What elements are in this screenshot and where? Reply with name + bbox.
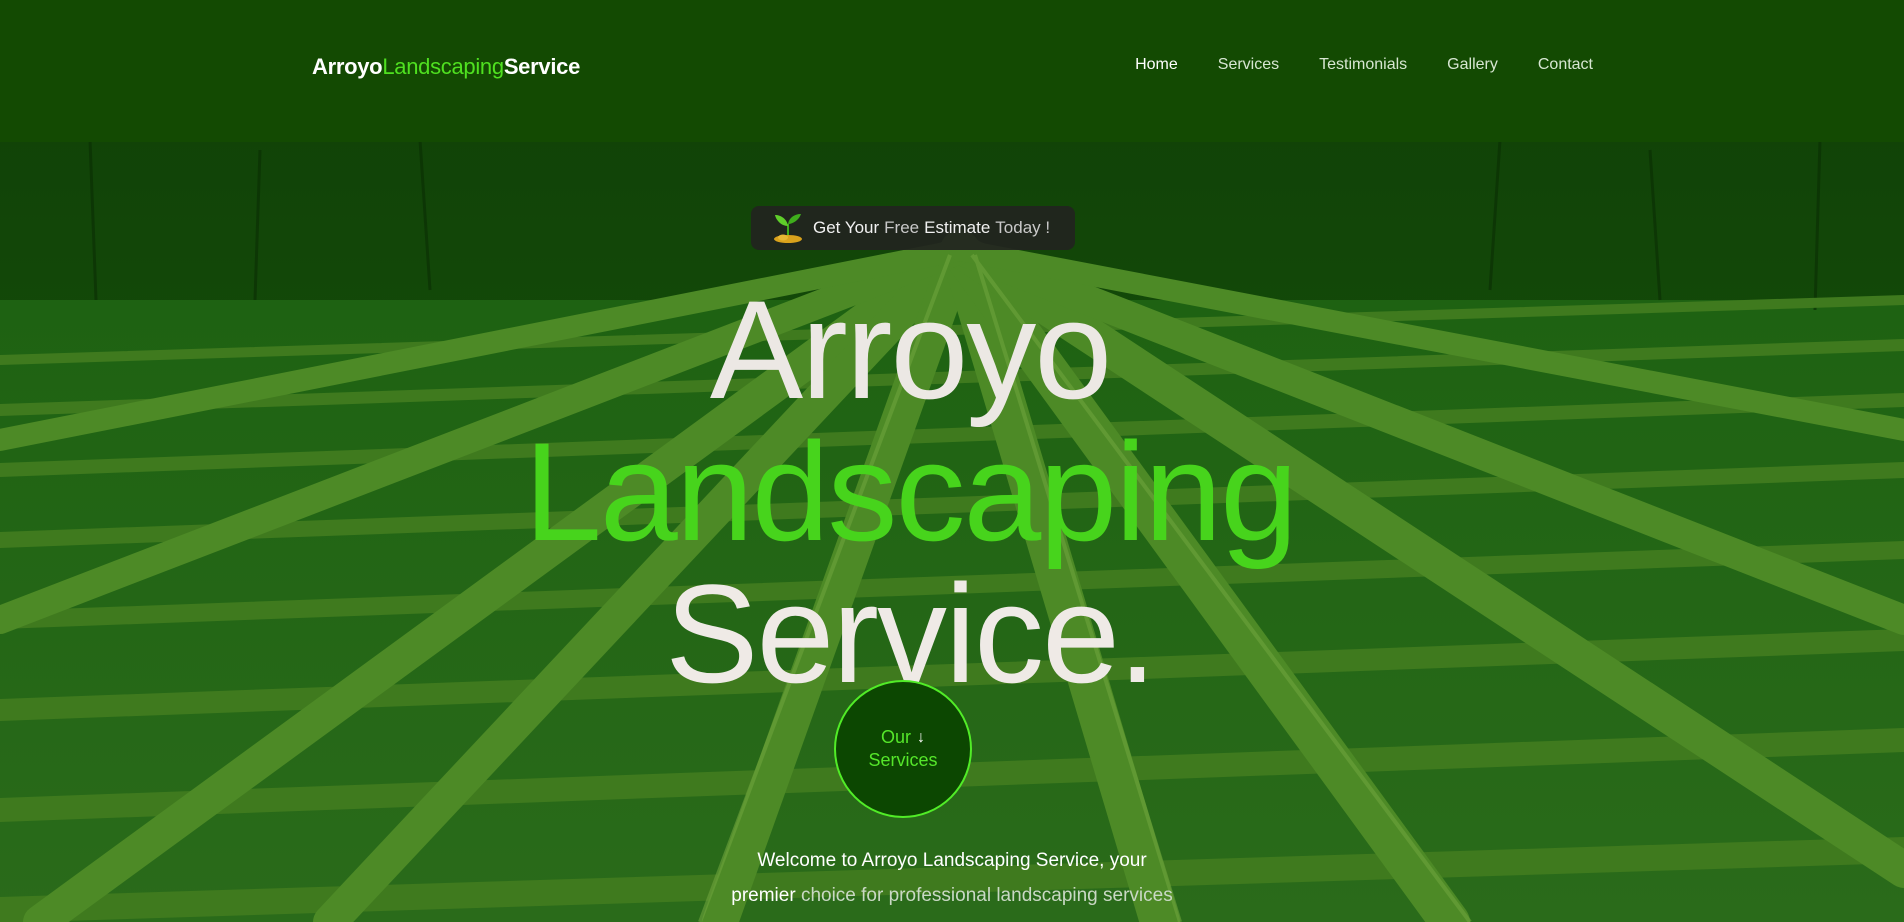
sprout-icon <box>771 212 805 244</box>
site-header: ArroyoLandscapingService Home Services T… <box>0 0 1904 132</box>
cta-label-our: Our <box>880 727 911 747</box>
landing-page: ArroyoLandscapingService Home Services T… <box>0 0 1904 922</box>
cta-label-services: Services <box>868 750 938 770</box>
intro-line-2-rest: choice for professional landscaping serv… <box>800 885 1173 906</box>
badge-text-today: Today ! <box>995 218 1051 237</box>
main-nav: Home Services Testimonials Gallery Conta… <box>1135 56 1593 74</box>
nav-link-services[interactable]: Services <box>1218 56 1279 74</box>
free-estimate-badge[interactable]: Get Your Free Estimate Today ! <box>751 206 1075 250</box>
hero-title-line-2: Landscaping <box>524 413 1298 571</box>
our-services-button[interactable]: Our ↓ Services <box>834 680 972 818</box>
arrow-down-icon: ↓ <box>917 729 925 746</box>
hero-title: Arroyo Landscaping Service. <box>0 279 1820 705</box>
intro-line-1: Welcome to Arroyo Landscaping Service, y… <box>757 850 1147 871</box>
intro-word-premier: premier <box>731 885 796 906</box>
nav-link-contact[interactable]: Contact <box>1538 56 1593 74</box>
badge-text-get-your: Get Your <box>813 218 880 237</box>
nav-link-home[interactable]: Home <box>1135 56 1178 74</box>
hero-title-line-1: Arroyo <box>709 271 1112 429</box>
badge-text-free: Free <box>884 218 920 237</box>
intro-paragraph: Welcome to Arroyo Landscaping Service, y… <box>652 843 1252 922</box>
brand-logo[interactable]: ArroyoLandscapingService <box>312 54 580 80</box>
intro-line-2: premier choice for professional landscap… <box>652 878 1252 913</box>
nav-link-testimonials[interactable]: Testimonials <box>1319 56 1407 74</box>
brand-part-service: Service <box>503 54 581 79</box>
brand-part-arroyo: Arroyo <box>312 54 383 79</box>
intro-line-3: in the Temple, TX area. We are committed… <box>652 913 1252 922</box>
brand-part-landscaping: Landscaping <box>382 54 504 79</box>
badge-text-estimate: Estimate <box>924 218 991 237</box>
nav-link-gallery[interactable]: Gallery <box>1447 56 1498 74</box>
